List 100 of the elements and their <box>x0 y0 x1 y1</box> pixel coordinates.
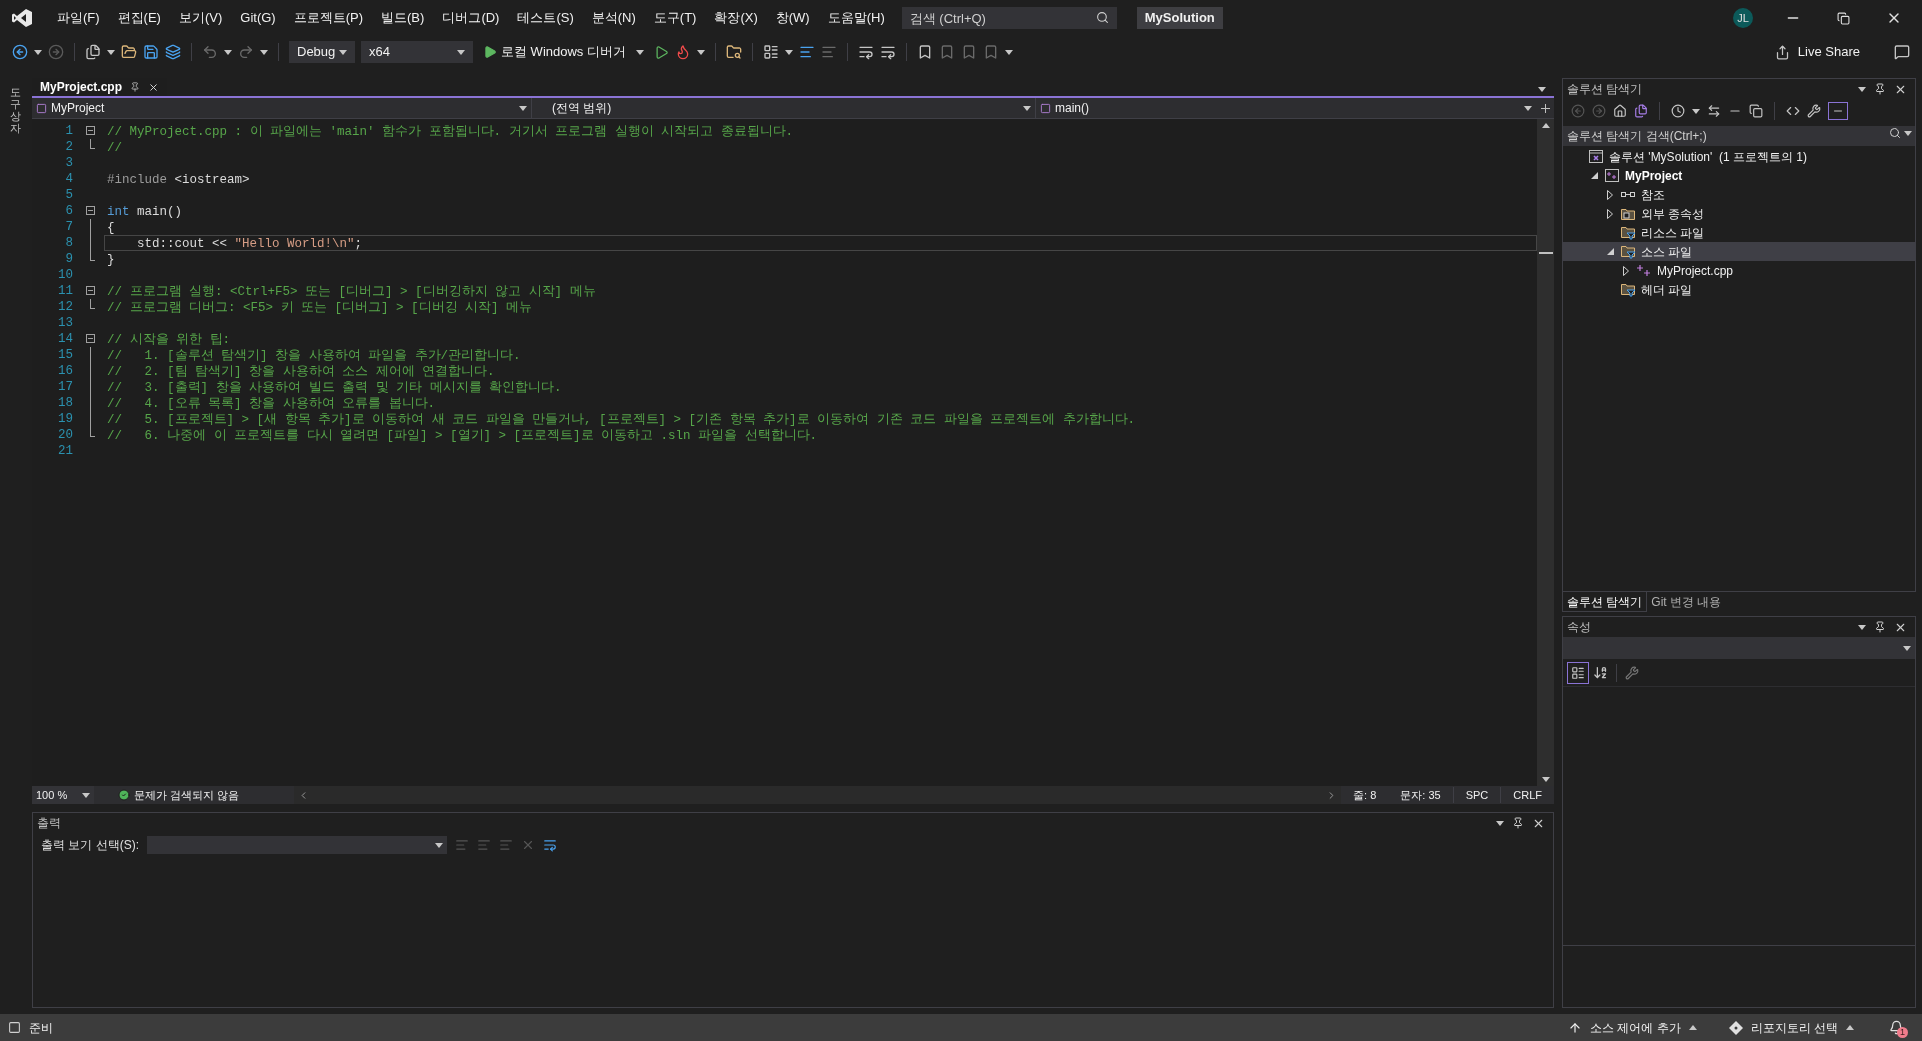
caret-icon[interactable] <box>1004 49 1013 55</box>
close-icon[interactable] <box>148 81 160 93</box>
zoom-dropdown[interactable]: 100 % <box>32 786 94 804</box>
forward-icon[interactable] <box>48 44 64 60</box>
line-ending-indicator[interactable]: CRLF <box>1500 786 1554 804</box>
preview-toggle[interactable] <box>1828 102 1848 120</box>
restore-icon[interactable] <box>1837 11 1850 25</box>
pin-icon[interactable] <box>1874 621 1886 633</box>
pin-icon[interactable] <box>130 82 141 92</box>
sync-icon[interactable] <box>1707 104 1721 118</box>
scroll-down-icon[interactable] <box>1541 777 1550 782</box>
column-indicator[interactable]: 문자: 35 <box>1388 786 1453 804</box>
folder-icon[interactable] <box>121 44 137 60</box>
caret-icon[interactable] <box>107 49 115 55</box>
menu-item[interactable]: 테스트(S) <box>508 4 583 32</box>
caret-icon[interactable] <box>1692 108 1700 114</box>
caret-icon[interactable] <box>696 49 705 55</box>
tree-item[interactable]: 외부 종속성 <box>1563 204 1915 223</box>
feedback-icon[interactable] <box>1894 44 1910 60</box>
platform-dropdown[interactable]: x64 <box>361 41 473 63</box>
property-pages-icon[interactable] <box>1625 665 1639 680</box>
tab-list-icon[interactable] <box>1538 87 1546 92</box>
panel-tab[interactable]: Git 변경 내용 <box>1647 592 1726 612</box>
align-icon[interactable] <box>798 44 815 60</box>
tree-item[interactable]: 소스 파일 <box>1563 242 1915 261</box>
vertical-scrollbar[interactable] <box>1537 119 1554 786</box>
search-field[interactable]: 솔루션 탐색기 검색(Ctrl+;) <box>1563 126 1915 146</box>
collapse-icon[interactable] <box>85 206 95 215</box>
tree-item[interactable]: 리소스 파일 <box>1563 223 1915 242</box>
caret-icon[interactable] <box>34 49 42 55</box>
search-icon[interactable] <box>1889 127 1901 139</box>
menu-item[interactable]: 디버그(D) <box>433 4 509 32</box>
configuration-dropdown[interactable]: Debug <box>289 41 355 63</box>
start-without-debugging-icon[interactable] <box>653 44 669 60</box>
sort-alphabetical-icon[interactable] <box>1593 665 1608 680</box>
tree-item[interactable]: 솔루션 'MySolution' (1 프로젝트의 1) <box>1563 147 1915 166</box>
tree-item[interactable]: 참조 <box>1563 185 1915 204</box>
tree-item[interactable]: MyProject.cpp <box>1563 261 1915 280</box>
back-icon[interactable] <box>12 44 28 60</box>
pending-changes-icon[interactable] <box>1671 104 1685 118</box>
show-all-files-icon[interactable] <box>1749 104 1763 118</box>
undo-icon[interactable] <box>202 44 218 60</box>
menu-item[interactable]: 도구(T) <box>644 4 706 32</box>
menu-caret-icon[interactable] <box>1858 86 1866 92</box>
notifications-button[interactable]: 1 <box>1886 1017 1906 1038</box>
folder-search-icon[interactable] <box>725 44 742 60</box>
align-icon[interactable] <box>820 44 837 60</box>
search-field[interactable]: 검색 (Ctrl+Q) <box>901 7 1117 29</box>
avatar[interactable]: JL <box>1733 8 1753 28</box>
menu-item[interactable]: 보기(V) <box>169 4 232 32</box>
save-all-icon[interactable] <box>165 44 181 60</box>
split-icon[interactable] <box>1540 103 1550 113</box>
tree-item[interactable]: 헤더 파일 <box>1563 280 1915 299</box>
pin-icon[interactable] <box>1512 817 1524 829</box>
collapse-icon[interactable] <box>85 126 95 135</box>
menu-item[interactable]: 분석(N) <box>582 4 645 32</box>
home-icon[interactable] <box>1613 104 1627 118</box>
menu-item[interactable]: Git(G) <box>231 4 285 32</box>
tree-item[interactable]: MyProject <box>1563 166 1915 185</box>
expanded-arrow-icon[interactable] <box>1606 248 1614 255</box>
project-dropdown[interactable]: MyProject <box>32 98 532 118</box>
menu-item[interactable]: 확장(X) <box>705 4 767 32</box>
caret-icon[interactable] <box>260 49 268 55</box>
toolbox-tab[interactable]: 도구 상자 <box>9 86 21 135</box>
scope-dropdown[interactable]: (전역 범위) <box>532 98 1036 118</box>
collapse-icon[interactable] <box>85 334 95 343</box>
indent-icon[interactable] <box>857 44 874 60</box>
properties-icon[interactable] <box>1807 104 1821 118</box>
menu-caret-icon[interactable] <box>1858 624 1866 630</box>
menu-item[interactable]: 프로젝트(P) <box>284 4 373 32</box>
live-share-button[interactable]: Live Share <box>1770 41 1864 63</box>
menu-item[interactable]: 빌드(B) <box>372 4 434 32</box>
add-to-source-control-button[interactable]: 소스 제어에 추가 <box>1560 1014 1705 1041</box>
categorized-toggle[interactable] <box>1567 661 1589 684</box>
redo-icon[interactable] <box>238 44 254 60</box>
expanded-arrow-icon[interactable] <box>1590 172 1598 179</box>
start-debugger-button[interactable]: 로컬 Windows 디버거 <box>479 41 630 63</box>
code-icon[interactable] <box>1786 104 1800 118</box>
menu-item[interactable]: 도움말(H) <box>818 4 894 32</box>
search-options-caret-icon[interactable] <box>1904 131 1912 136</box>
save-icon[interactable] <box>143 44 159 60</box>
word-wrap-icon[interactable] <box>543 838 557 852</box>
pin-icon[interactable] <box>1874 83 1886 95</box>
collapsed-arrow-icon[interactable] <box>1607 189 1613 200</box>
panel-tab[interactable]: 솔루션 탐색기 <box>1562 592 1648 612</box>
collapse-icon[interactable] <box>85 286 95 295</box>
switch-views-icon[interactable] <box>1634 104 1648 118</box>
menu-caret-icon[interactable] <box>1496 820 1504 826</box>
caret-icon[interactable] <box>635 49 644 55</box>
caret-icon[interactable] <box>784 49 793 55</box>
horizontal-scrollbar[interactable] <box>294 786 1342 804</box>
collapsed-arrow-icon[interactable] <box>1623 265 1629 276</box>
window-layout-icon[interactable] <box>762 44 779 60</box>
caret-icon[interactable] <box>224 49 232 55</box>
scroll-up-icon[interactable] <box>1541 123 1550 128</box>
line-indicator[interactable]: 줄: 8 <box>1341 786 1389 804</box>
collapsed-arrow-icon[interactable] <box>1607 208 1613 219</box>
spacing-indicator[interactable]: SPC <box>1452 786 1501 804</box>
member-dropdown[interactable]: main() <box>1036 98 1536 118</box>
new-project-icon[interactable] <box>85 44 101 60</box>
